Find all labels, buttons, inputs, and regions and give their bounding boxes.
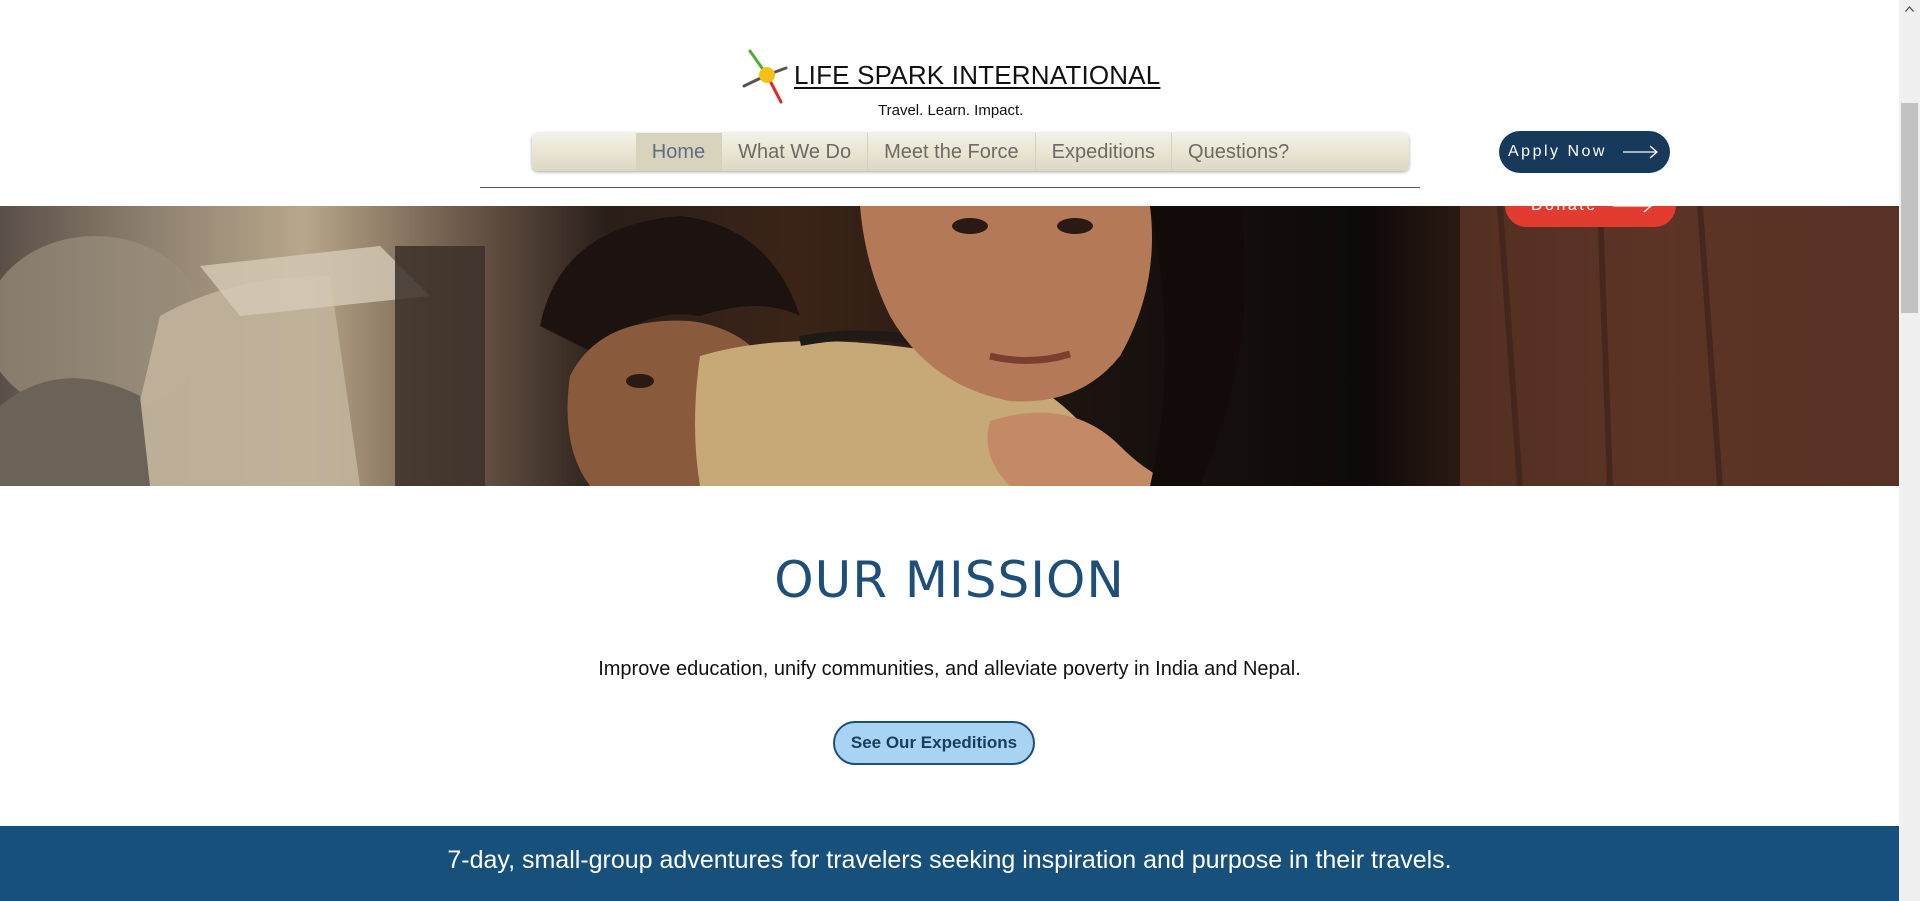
tagline-banner: 7-day, small-group adventures for travel… [0, 826, 1899, 901]
site-header: LIFE SPARK INTERNATIONAL Travel. Learn. … [0, 0, 1899, 206]
hero-photo-illustration [0, 206, 1899, 486]
see-our-expeditions-button[interactable]: See Our Expeditions [833, 721, 1035, 765]
scroll-up-arrow-icon[interactable] [1899, 0, 1920, 17]
apply-now-button[interactable]: Apply Now [1499, 131, 1670, 173]
nav-item-expeditions[interactable]: Expeditions [1036, 133, 1173, 171]
scrollbar-thumb[interactable] [1901, 103, 1918, 313]
header-divider [480, 187, 1420, 188]
site-logo[interactable]: LIFE SPARK INTERNATIONAL [740, 48, 1160, 110]
apply-now-label: Apply Now [1508, 143, 1607, 160]
hero-image [0, 206, 1899, 486]
banner-text: 7-day, small-group adventures for travel… [447, 846, 1452, 874]
nav-item-what-we-do[interactable]: What We Do [722, 133, 869, 171]
mission-title: OUR MISSION [774, 551, 1125, 609]
nav-item-meet-the-force[interactable]: Meet the Force [868, 133, 1036, 171]
site-tagline: Travel. Learn. Impact. [878, 102, 1024, 119]
nav-item-questions[interactable]: Questions? [1172, 133, 1305, 171]
nav-item-home[interactable]: Home [635, 133, 723, 171]
page-scrollbar[interactable] [1899, 0, 1920, 901]
arrow-right-icon [1623, 145, 1658, 159]
main-nav: Home What We Do Meet the Force Expeditio… [532, 133, 1409, 171]
spark-logo-icon [742, 49, 788, 104]
logo-title[interactable]: LIFE SPARK INTERNATIONAL [794, 60, 1160, 91]
mission-statement: Improve education, unify communities, an… [598, 658, 1301, 680]
